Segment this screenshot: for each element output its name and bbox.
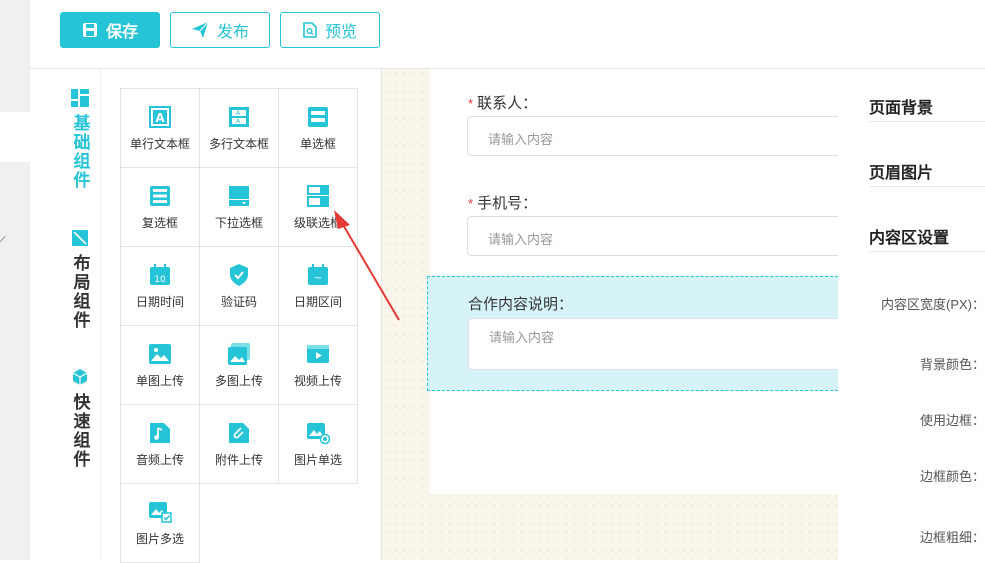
save-button[interactable]: 保存 bbox=[60, 12, 160, 48]
component-dropdown[interactable]: 下拉选框 bbox=[200, 168, 279, 247]
date-range-icon: ~ bbox=[308, 263, 328, 285]
prop-use-border: 使用边框： bbox=[919, 413, 985, 428]
component-image-radio[interactable]: 图片单选 bbox=[279, 405, 358, 484]
contact-label-text: 联系人： bbox=[477, 95, 538, 112]
left-rail-active-slot[interactable] bbox=[0, 112, 30, 162]
component-attachment[interactable]: 附件上传 bbox=[200, 405, 279, 484]
video-icon bbox=[307, 344, 329, 363]
svg-text:10: 10 bbox=[154, 275, 166, 285]
component-image-multi[interactable]: 图片多选 bbox=[121, 484, 200, 563]
component-label: 视频上传 bbox=[293, 373, 342, 388]
music-icon bbox=[150, 422, 170, 443]
component-multi-text[interactable]: AA 多行文本框 bbox=[200, 89, 279, 168]
calendar-icon: 10 bbox=[150, 263, 170, 285]
save-icon bbox=[82, 22, 98, 38]
category-layout-label: 布局组件 bbox=[70, 254, 90, 330]
svg-text:A: A bbox=[155, 111, 165, 125]
section-divider bbox=[869, 251, 985, 252]
svg-text:~: ~ bbox=[314, 273, 322, 284]
multi-text-icon: AA bbox=[229, 106, 249, 127]
component-label: 单选框 bbox=[299, 136, 336, 151]
cube-icon bbox=[72, 369, 88, 385]
component-checkbox[interactable]: 复选框 bbox=[121, 168, 200, 247]
component-multi-image[interactable]: 多图上传 bbox=[200, 326, 279, 405]
component-single-image[interactable]: 单图上传 bbox=[121, 326, 200, 405]
component-label: 日期时间 bbox=[135, 294, 184, 309]
images-icon bbox=[228, 342, 250, 365]
prop-content-width: 内容区宽度(PX)： bbox=[880, 297, 985, 312]
component-single-text[interactable]: A 单行文本框 bbox=[121, 89, 200, 168]
toolbar: 保存 发布 预览 bbox=[60, 12, 380, 48]
layout-icon bbox=[72, 230, 88, 246]
cooperation-textarea[interactable]: 请输入内容 bbox=[468, 318, 838, 370]
preview-button[interactable]: 预览 bbox=[280, 12, 380, 48]
publish-button[interactable]: 发布 bbox=[170, 12, 270, 48]
cooperation-label: 合作内容说明： bbox=[468, 296, 574, 313]
component-label: 图片单选 bbox=[293, 452, 342, 467]
contact-input[interactable]: 请输入内容 bbox=[467, 116, 838, 156]
prop-background-color: 背景颜色： bbox=[919, 357, 985, 372]
required-mark: * bbox=[468, 196, 474, 211]
component-captcha[interactable]: 验证码 bbox=[200, 247, 279, 326]
single-text-icon: A bbox=[149, 105, 171, 128]
component-date-range[interactable]: ~ 日期区间 bbox=[279, 247, 358, 326]
category-quick[interactable]: 快速组件 bbox=[60, 367, 100, 469]
publish-label: 发布 bbox=[216, 24, 249, 41]
component-label: 附件上传 bbox=[214, 452, 263, 467]
component-label: 图片多选 bbox=[135, 531, 184, 546]
phone-label: * 手机号： bbox=[468, 192, 537, 213]
component-grid: A 单行文本框 AA 多行文本框 单选框 复选框 下拉选框 级联选框 10 日期… bbox=[120, 88, 358, 563]
section-header-image[interactable]: 页眉图片 bbox=[869, 159, 933, 183]
required-mark: * bbox=[468, 96, 474, 111]
section-content-settings[interactable]: 内容区设置 bbox=[869, 224, 949, 248]
category-layout[interactable]: 布局组件 bbox=[60, 228, 100, 330]
image-check-icon bbox=[149, 501, 172, 523]
category-basic-label: 基础组件 bbox=[70, 114, 90, 190]
component-audio[interactable]: 音频上传 bbox=[121, 405, 200, 484]
left-rail bbox=[0, 0, 30, 560]
preview-label: 预览 bbox=[324, 24, 357, 41]
image-radio-icon bbox=[307, 422, 330, 444]
component-label: 多行文本框 bbox=[208, 136, 269, 151]
prop-border-color: 边框颜色： bbox=[919, 469, 985, 484]
category-basic[interactable]: 基础组件 bbox=[60, 88, 100, 190]
cascade-icon bbox=[307, 184, 329, 207]
component-label: 级联选框 bbox=[293, 215, 342, 230]
component-label: 多图上传 bbox=[214, 373, 263, 388]
radio-icon bbox=[308, 106, 328, 127]
component-label: 音频上传 bbox=[135, 452, 184, 467]
component-label: 验证码 bbox=[220, 294, 257, 309]
shield-icon bbox=[230, 263, 248, 286]
section-divider bbox=[869, 186, 985, 187]
section-divider bbox=[869, 121, 985, 122]
settings-panel bbox=[838, 69, 985, 560]
phone-label-text: 手机号： bbox=[477, 195, 538, 212]
section-page-background[interactable]: 页面背景 bbox=[869, 94, 933, 118]
component-label: 单行文本框 bbox=[129, 136, 190, 151]
component-radio[interactable]: 单选框 bbox=[279, 89, 358, 168]
category-divider bbox=[100, 69, 101, 560]
contact-label: * 联系人： bbox=[468, 92, 537, 113]
category-quick-label: 快速组件 bbox=[70, 393, 90, 469]
checkbox-icon bbox=[150, 185, 170, 206]
phone-input[interactable]: 请输入内容 bbox=[467, 216, 838, 256]
image-icon bbox=[149, 343, 171, 364]
component-video[interactable]: 视频上传 bbox=[279, 326, 358, 405]
component-label: 日期区间 bbox=[293, 294, 342, 309]
component-label: 复选框 bbox=[141, 215, 178, 230]
dropdown-icon bbox=[229, 185, 249, 206]
component-datetime[interactable]: 10 日期时间 bbox=[121, 247, 200, 326]
paperclip-icon bbox=[229, 422, 249, 443]
preview-doc-icon bbox=[303, 22, 317, 38]
paper-plane-icon bbox=[191, 21, 209, 39]
component-label: 下拉选框 bbox=[214, 215, 263, 230]
save-label: 保存 bbox=[105, 24, 138, 41]
component-cascade[interactable]: 级联选框 bbox=[279, 168, 358, 247]
grid-icon bbox=[71, 89, 89, 107]
prop-border-width: 边框粗细： bbox=[919, 530, 985, 545]
component-label: 单图上传 bbox=[135, 373, 184, 388]
